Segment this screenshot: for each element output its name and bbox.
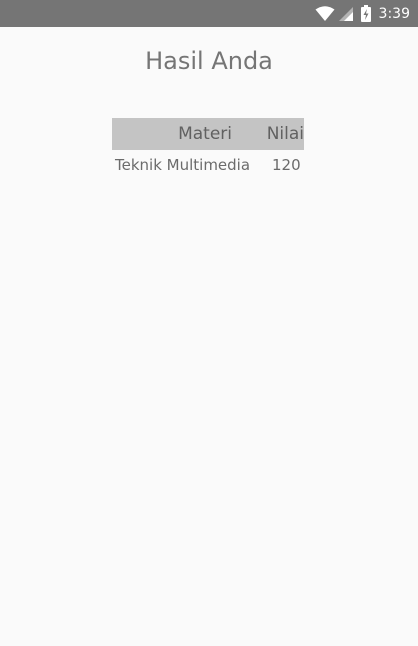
- status-bar: 3:39: [0, 0, 418, 27]
- cell-materi: Teknik Multimedia: [115, 156, 251, 174]
- column-header-materi: Materi: [112, 118, 262, 150]
- status-time: 3:39: [378, 5, 410, 22]
- cell-nilai: 120: [272, 156, 301, 174]
- battery-charging-icon: [360, 5, 371, 22]
- column-header-nilai: Nilai: [262, 118, 304, 150]
- signal-icon: [338, 6, 353, 21]
- status-icons: 3:39: [315, 0, 410, 27]
- table-header-row: Materi Nilai: [112, 118, 304, 150]
- table-row: Teknik Multimedia 120: [112, 150, 304, 180]
- result-table: Materi Nilai Teknik Multimedia 120: [112, 118, 304, 180]
- page-title: Hasil Anda: [145, 47, 273, 75]
- wifi-icon: [315, 5, 335, 22]
